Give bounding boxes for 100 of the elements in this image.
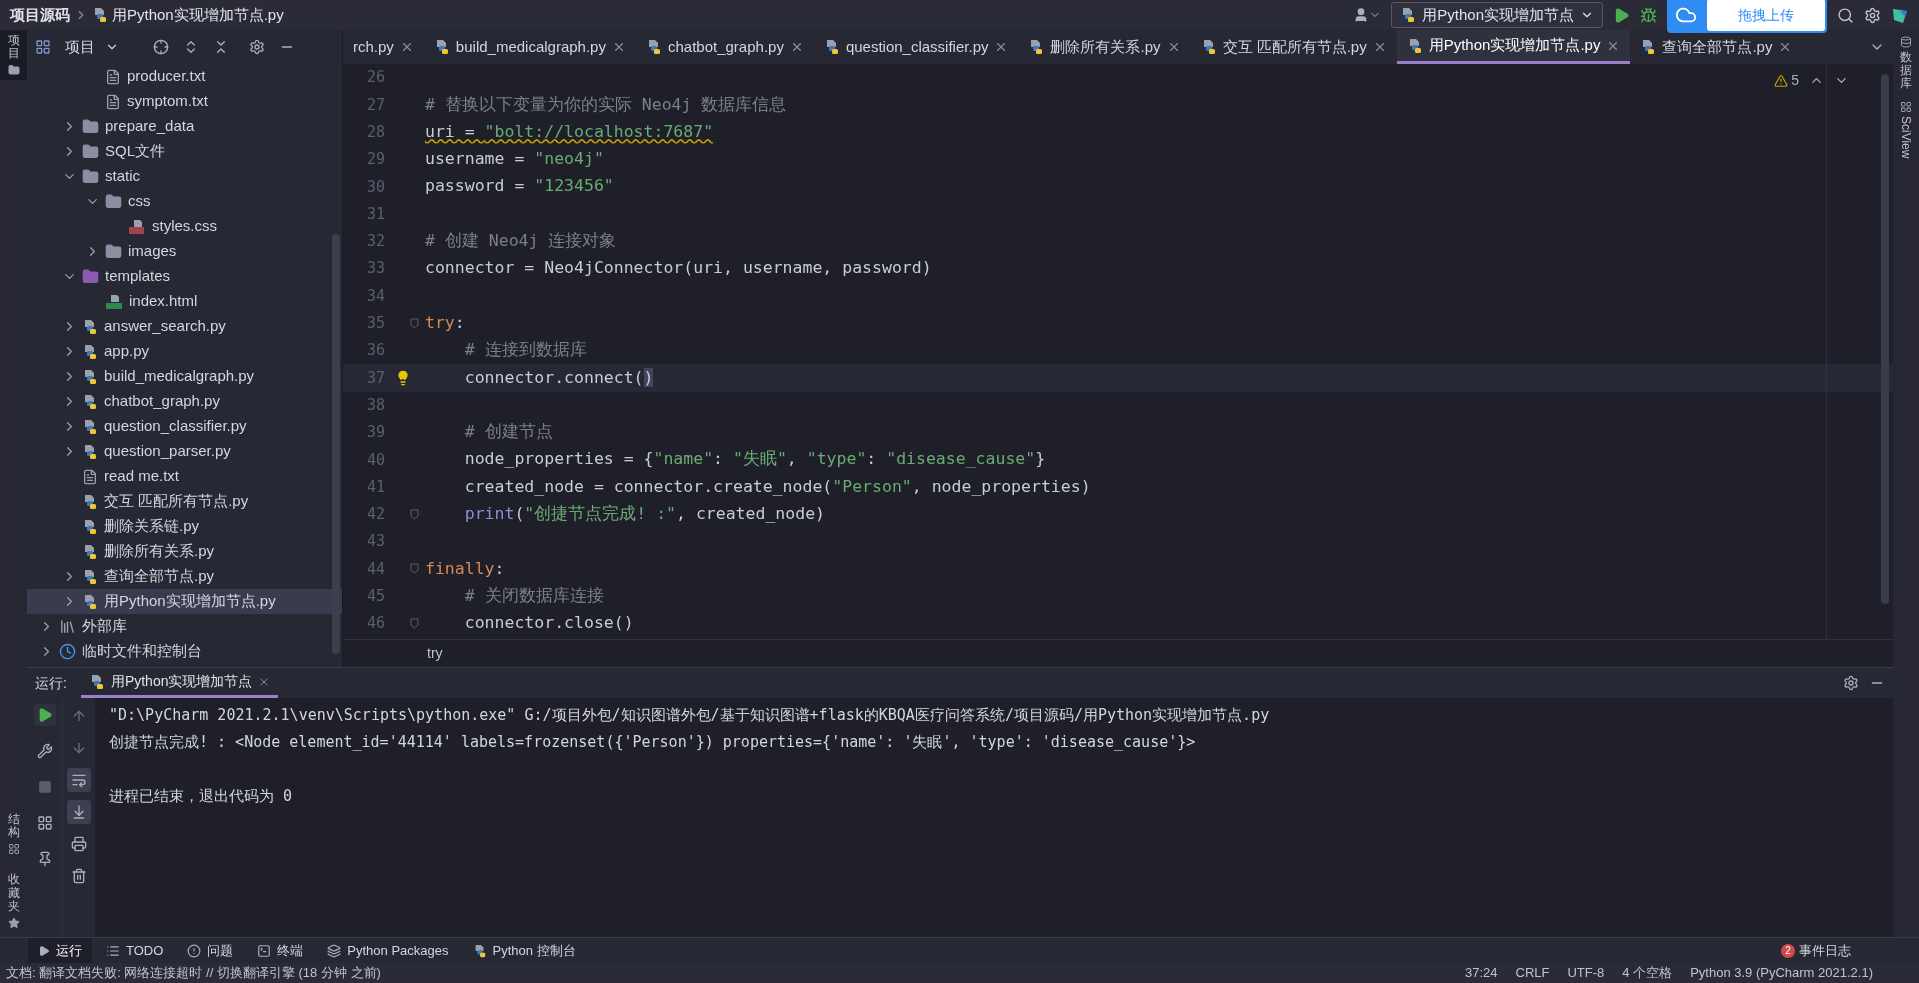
status-item[interactable]: UTF-8 xyxy=(1567,963,1605,983)
folder-icon xyxy=(82,118,99,135)
tree-item[interactable]: styles.css xyxy=(27,214,342,239)
run-tab[interactable]: 用Python实现增加节点 xyxy=(80,668,279,698)
tree-item[interactable]: 临时文件和控制台 xyxy=(27,639,342,664)
folder-icon xyxy=(7,64,20,77)
status-item[interactable]: CRLF xyxy=(1515,963,1550,983)
python-file-icon xyxy=(82,393,98,410)
wrench-icon[interactable] xyxy=(36,743,53,759)
event-log-tab[interactable]: 2 事件日志 xyxy=(1781,940,1851,961)
status-item[interactable]: 4 个空格 xyxy=(1622,963,1673,983)
tree-item[interactable]: question_classifier.py xyxy=(27,414,342,439)
settings-icon[interactable] xyxy=(1843,675,1859,691)
tool-window-tab[interactable]: Python 控制台 xyxy=(462,938,586,963)
tree-item[interactable]: producer.txt xyxy=(27,64,342,89)
line-number: 34 xyxy=(365,285,385,307)
breadcrumb-item[interactable]: 项目源码 xyxy=(10,3,70,27)
fold-marker-icon[interactable] xyxy=(410,508,419,520)
tree-item[interactable]: build_medicalgraph.py xyxy=(27,364,342,389)
locate-icon[interactable] xyxy=(153,39,169,55)
editor-tab[interactable]: chatbot_graph.py xyxy=(635,30,814,64)
editor-tab[interactable]: rch.py xyxy=(343,30,424,64)
tree-item[interactable]: 交互 匹配所有节点.py xyxy=(27,489,342,514)
code-line: created_node = connector.create_node("Person", node_properties) xyxy=(463,475,1091,498)
project-view-dropdown[interactable]: 项目 xyxy=(65,35,119,59)
run-icon[interactable] xyxy=(1613,6,1630,24)
tree-item[interactable]: 删除所有关系.py xyxy=(27,539,342,564)
scratch-icon xyxy=(59,643,76,660)
print-icon[interactable] xyxy=(71,836,87,852)
status-message[interactable]: 文档: 翻译文档失败: 网络连接超时 // 切换翻译引擎 (18 分钟 之前) xyxy=(6,963,381,983)
line-number: 32 xyxy=(365,231,385,253)
status-item[interactable]: Python 3.9 (PyCharm 2021.2.1) xyxy=(1690,963,1873,983)
tool-window-tab[interactable]: Python Packages xyxy=(317,938,459,963)
structure-stripe-button[interactable]: 结构 xyxy=(7,813,20,840)
scroll-to-end-icon[interactable] xyxy=(71,804,87,820)
code-line: # 替换以下变量为你的实际 Neo4j 数据库信息 xyxy=(425,93,787,116)
tree-item[interactable]: 外部库 xyxy=(27,614,342,639)
tree-item[interactable]: prepare_data xyxy=(27,114,342,139)
scrollbar[interactable] xyxy=(1881,74,1889,604)
tool-window-tab[interactable]: 运行 xyxy=(28,938,92,963)
tree-item[interactable]: answer_search.py xyxy=(27,314,342,339)
python-file-icon xyxy=(82,543,98,560)
editor-tab[interactable]: 删除所有关系.py xyxy=(1018,30,1191,64)
database-stripe-button[interactable]: 数据库 xyxy=(1900,51,1912,91)
tree-item[interactable]: images xyxy=(27,239,342,264)
fold-marker-icon[interactable] xyxy=(410,618,419,630)
debug-icon[interactable] xyxy=(1640,6,1657,24)
fold-marker-icon[interactable] xyxy=(410,563,419,575)
sciview-stripe-button[interactable]: SciView xyxy=(1897,115,1915,159)
html-file-icon xyxy=(105,293,123,310)
code-line: print("创捷节点完成! :", created_node) xyxy=(463,503,826,525)
tool-window-tab[interactable]: TODO xyxy=(96,938,174,963)
run-config-dropdown[interactable]: 用Python实现增加节点 xyxy=(1391,2,1603,28)
upload-button[interactable]: 拖拽上传 xyxy=(1707,0,1825,31)
line-number: 31 xyxy=(365,203,385,225)
python-file-icon xyxy=(1640,39,1657,55)
list-icon xyxy=(106,943,120,958)
tree-item[interactable]: css xyxy=(27,189,342,214)
layout-icon[interactable] xyxy=(36,815,53,831)
tree-item[interactable]: templates xyxy=(27,264,342,289)
tree-item[interactable]: 查询全部节点.py xyxy=(27,564,342,589)
status-item[interactable]: 37:24 xyxy=(1465,963,1498,983)
warning-icon[interactable] xyxy=(1774,73,1789,88)
search-icon[interactable] xyxy=(1837,6,1854,24)
editor-tab[interactable]: 用Python实现增加节点.py xyxy=(1396,30,1631,64)
tree-item[interactable]: symptom.txt xyxy=(27,89,342,114)
editor-tab[interactable]: build_medicalgraph.py xyxy=(423,30,636,64)
editor-tab[interactable]: 交互 匹配所有节点.py xyxy=(1190,30,1397,64)
tool-window-tab[interactable]: 终端 xyxy=(247,938,314,963)
tree-item[interactable]: 删除关系链.py xyxy=(27,514,342,539)
tree-item[interactable]: SQL文件 xyxy=(27,139,342,164)
breadcrumb-item[interactable]: 用Python实现增加节点.py xyxy=(112,3,284,27)
fold-marker-icon[interactable] xyxy=(410,317,419,329)
tree-item[interactable]: static xyxy=(27,164,342,189)
python-file-icon xyxy=(82,493,98,510)
tree-item[interactable]: app.py xyxy=(27,339,342,364)
line-number: 36 xyxy=(365,340,385,362)
python-file-icon xyxy=(1400,7,1417,23)
tree-item[interactable]: read me.txt xyxy=(27,464,342,489)
settings-icon[interactable] xyxy=(249,39,265,55)
favorites-stripe-button[interactable]: 收藏夹 xyxy=(7,873,20,913)
tree-item[interactable]: 用Python实现增加节点.py xyxy=(27,589,342,614)
tree-item[interactable]: index.html xyxy=(27,289,342,314)
code-line: username = "neo4j" xyxy=(425,148,604,171)
tool-window-tab[interactable]: 问题 xyxy=(177,938,244,963)
warning-count[interactable]: 5 xyxy=(1791,70,1799,91)
soft-wrap-icon[interactable] xyxy=(71,772,87,788)
console-line: "D:\PyCharm 2021.2.1\venv\Scripts\python.exe" G:/项目外包/知识图谱外包/基于知识图谱+flask的KBQA医疗问答系统/项目源码/用Python实现增加节点.py xyxy=(109,706,1270,724)
scrollbar[interactable] xyxy=(332,234,340,654)
line-number: 46 xyxy=(365,613,385,635)
run-panel-label: 运行: xyxy=(35,673,67,693)
settings-icon[interactable] xyxy=(1864,6,1881,24)
lightbulb-icon[interactable] xyxy=(395,369,411,386)
trash-icon[interactable] xyxy=(71,868,87,884)
editor-tab[interactable]: question_classifier.py xyxy=(813,30,1019,64)
editor-tab[interactable]: 查询全部节点.py xyxy=(1630,30,1803,64)
tree-item[interactable]: question_parser.py xyxy=(27,439,342,464)
tree-item[interactable]: chatbot_graph.py xyxy=(27,389,342,414)
folder-icon xyxy=(105,193,122,210)
code-line: # 关闭数据库连接 xyxy=(463,584,604,607)
